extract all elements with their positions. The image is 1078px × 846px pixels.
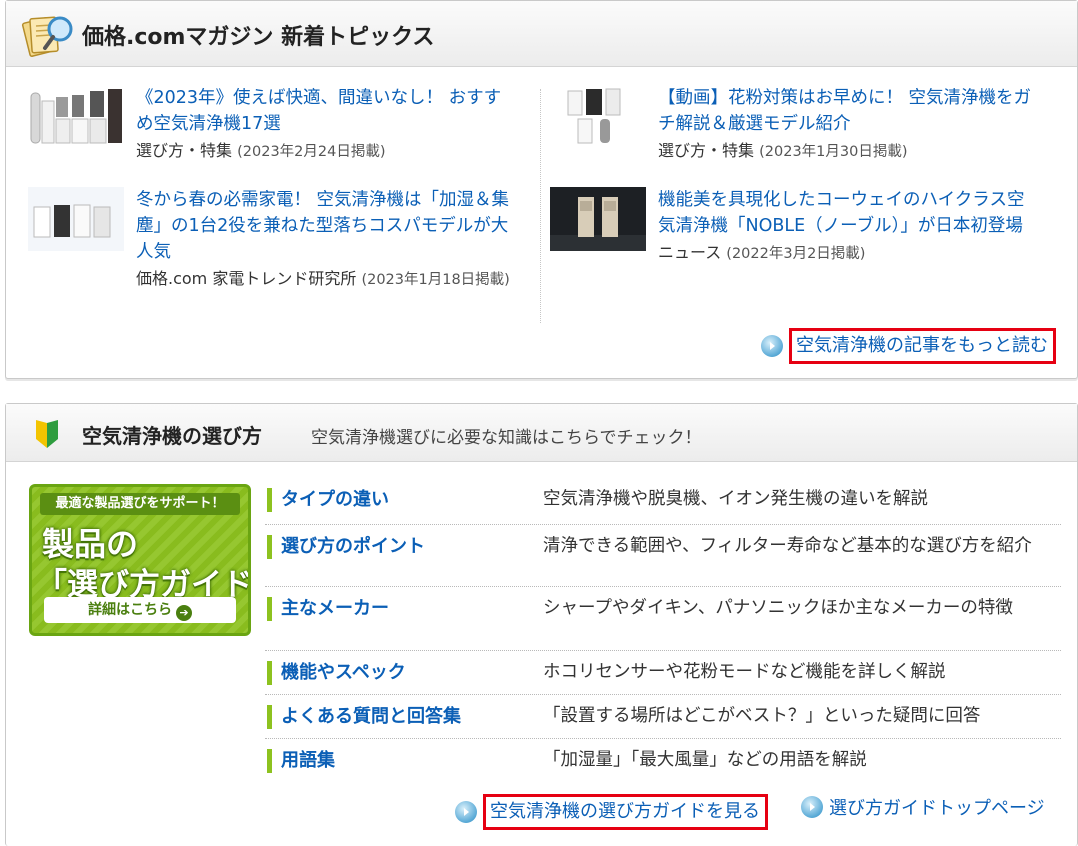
banner-top-text: 最適な製品選びをサポート！ <box>40 493 240 515</box>
article-date: (2023年1月30日掲載) <box>759 144 908 160</box>
view-buying-guide-link[interactable]: 空気清浄機の選び方ガイドを見る <box>483 794 768 830</box>
buying-guide-panel: 空気清浄機の選び方 空気清浄機選びに必要な知識はこちらでチェック！ 最適な製品選… <box>5 403 1078 846</box>
article-meta: ニュース (2022年3月2日掲載) <box>658 241 1038 266</box>
article-thumbnail[interactable] <box>550 187 646 251</box>
guide-topic-link[interactable]: 機能やスペック <box>265 661 543 685</box>
article-date: (2023年2月24日掲載) <box>237 144 386 160</box>
article-date: (2022年3月2日掲載) <box>726 246 866 262</box>
guide-top-link-row: 選び方ガイドトップページ <box>801 794 1045 820</box>
guide-topic-link[interactable]: タイプの違い <box>265 488 543 512</box>
article-meta: 価格.com 家電トレンド研究所 (2023年1月18日掲載) <box>136 267 516 292</box>
guide-topic-desc: 「設置する場所はどこがベスト？」といった疑問に回答 <box>543 706 981 726</box>
guide-row: タイプの違い 空気清浄機や脱臭機、イオン発生機の違いを解説 <box>265 478 1061 525</box>
guide-topic-link[interactable]: 主なメーカー <box>265 597 543 621</box>
banner-button-label: 詳細はこちら <box>88 602 172 618</box>
article-thumbnail[interactable] <box>28 187 124 251</box>
article-title-link[interactable]: 冬から春の必需家電！ 空気清浄機は「加湿＆集塵」の1台2役を兼ねた型落ちコスパモ… <box>136 187 516 265</box>
guide-topic-desc: 「加湿量」「最大風量」などの用語を解説 <box>543 750 867 770</box>
guide-title: 空気清浄機の選び方 <box>82 424 262 448</box>
article-category: 選び方・特集 <box>136 141 233 160</box>
guide-row: 主なメーカー シャープやダイキン、パナソニックほか主なメーカーの特徴 <box>265 587 1061 651</box>
guide-topic-link[interactable]: 用語集 <box>265 749 543 773</box>
guide-row: 機能やスペック ホコリセンサーや花粉モードなど機能を詳しく解説 <box>265 651 1061 695</box>
beginner-leaf-icon <box>36 420 58 448</box>
magazine-header: 価格.comマガジン 新着トピックス <box>6 1 1077 67</box>
guide-topic-link[interactable]: よくある質問と回答集 <box>265 705 543 729</box>
arrow-right-icon: ➔ <box>176 605 192 621</box>
magazine-magnifier-icon <box>21 16 73 57</box>
article-meta: 選び方・特集 (2023年2月24日掲載) <box>136 139 516 164</box>
article-title-link[interactable]: 【動画】花粉対策はお早めに！ 空気清浄機をガチ解説＆厳選モデル紹介 <box>658 85 1038 137</box>
article-thumbnail[interactable] <box>28 85 124 149</box>
arrow-circle-icon <box>801 796 823 818</box>
article-category: 選び方・特集 <box>658 141 755 160</box>
column-divider <box>540 89 541 323</box>
guide-row: 選び方のポイント 清浄できる範囲や、フィルター寿命など基本的な選び方を紹介 <box>265 525 1061 587</box>
article-title-link[interactable]: 《2023年》使えば快適、間違いなし！ おすすめ空気清浄機17選 <box>136 85 516 137</box>
guide-topic-desc: シャープやダイキン、パナソニックほか主なメーカーの特徴 <box>543 598 1013 618</box>
guide-link-row: 空気清浄機の選び方ガイドを見る <box>455 794 768 830</box>
guide-top-page-link[interactable]: 選び方ガイドトップページ <box>829 794 1045 820</box>
guide-row: よくある質問と回答集 「設置する場所はどこがベスト？」といった疑問に回答 <box>265 695 1061 739</box>
banner-detail-button[interactable]: 詳細はこちら ➔ <box>44 597 236 623</box>
magazine-topics-panel: 価格.comマガジン 新着トピックス 《2023年》使えば快適、間違いなし！ お… <box>5 0 1078 379</box>
guide-header: 空気清浄機の選び方 空気清浄機選びに必要な知識はこちらでチェック！ <box>6 404 1077 462</box>
arrow-circle-icon <box>761 335 783 357</box>
guide-topics-table: タイプの違い 空気清浄機や脱臭機、イオン発生機の違いを解説 選び方のポイント 清… <box>265 478 1061 783</box>
article-category: ニュース <box>658 243 722 262</box>
guide-banner[interactable]: 最適な製品選びをサポート！ 製品の 「選び方ガイド」 詳細はこちら➔ <box>29 484 251 636</box>
article-title-link[interactable]: 機能美を具現化したコーウェイのハイクラス空気清浄機「NOBLE（ノーブル）」が日… <box>658 187 1038 239</box>
article-date: (2023年1月18日掲載) <box>361 272 510 288</box>
article-meta: 選び方・特集 (2023年1月30日掲載) <box>658 139 1038 164</box>
guide-topic-desc: ホコリセンサーや花粉モードなど機能を詳しく解説 <box>543 662 946 682</box>
guide-subtitle: 空気清浄機選びに必要な知識はこちらでチェック！ <box>311 428 702 448</box>
magazine-title: 価格.comマガジン 新着トピックス <box>82 25 435 50</box>
arrow-circle-icon <box>455 801 477 823</box>
article-category: 価格.com 家電トレンド研究所 <box>136 269 357 288</box>
guide-topic-link[interactable]: 選び方のポイント <box>265 535 543 559</box>
more-articles-link[interactable]: 空気清浄機の記事をもっと読む <box>789 328 1056 364</box>
article-thumbnail[interactable] <box>550 85 646 149</box>
guide-row: 用語集 「加湿量」「最大風量」などの用語を解説 <box>265 739 1061 783</box>
guide-topic-desc: 清浄できる範囲や、フィルター寿命など基本的な選び方を紹介 <box>543 536 1032 556</box>
guide-topic-desc: 空気清浄機や脱臭機、イオン発生機の違いを解説 <box>543 489 928 509</box>
more-articles-row: 空気清浄機の記事をもっと読む <box>761 327 1056 365</box>
